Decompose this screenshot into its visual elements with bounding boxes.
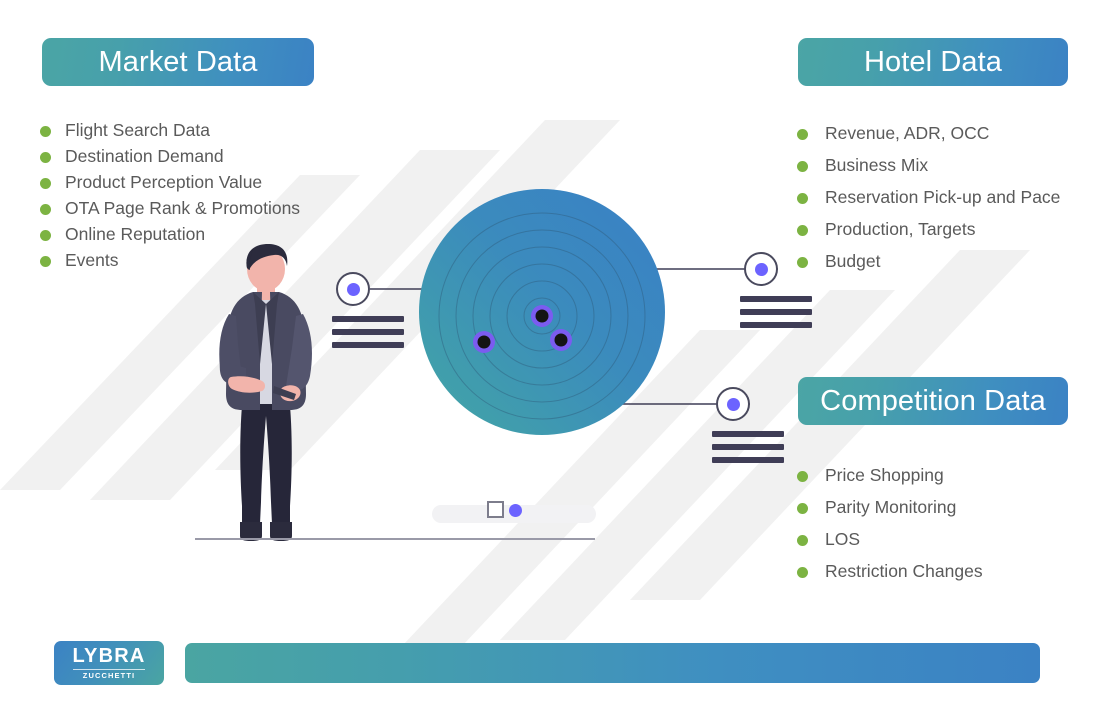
hotel-data-title: Hotel Data	[863, 45, 1002, 78]
bullet-dot-icon	[40, 177, 51, 189]
logo-wordmark: LYBRA	[72, 645, 146, 668]
list-item[interactable]: LOS	[797, 524, 983, 556]
list-item[interactable]: Business Mix	[797, 150, 1060, 182]
bullet-dot-icon	[797, 566, 808, 578]
list-item[interactable]: Restriction Changes	[797, 556, 983, 588]
market-data-title: Market Data	[98, 45, 258, 78]
market-data-header[interactable]: Market Data	[42, 38, 314, 86]
bullet-dot-icon	[40, 125, 51, 137]
bullet-dot-icon	[797, 128, 808, 140]
list-item-label: LOS	[825, 529, 861, 550]
hotel-data-list: Revenue, ADR, OCC Business Mix Reservati…	[797, 118, 1060, 278]
list-item[interactable]: Parity Monitoring	[797, 492, 983, 524]
target-dot-icon	[744, 252, 778, 286]
target-dot-icon	[336, 272, 370, 306]
list-item-label: Production, Targets	[825, 219, 976, 240]
bullet-dot-icon	[797, 192, 808, 204]
logo-divider	[73, 669, 145, 671]
bullet-dot-icon	[797, 256, 808, 268]
lybra-logo[interactable]: LYBRA ZUCCHETTI	[54, 641, 164, 685]
small-purple-dot-icon	[509, 504, 522, 517]
list-item-label: Reservation Pick-up and Pace	[825, 187, 1061, 208]
list-item[interactable]: OTA Page Rank & Promotions	[40, 196, 300, 222]
list-item-label: Destination Demand	[65, 146, 224, 167]
hotel-data-header[interactable]: Hotel Data	[798, 38, 1068, 86]
bullet-dot-icon	[797, 502, 808, 514]
list-item-label: Flight Search Data	[65, 120, 210, 141]
footer-gradient-bar	[185, 643, 1040, 683]
bullet-dot-icon	[40, 151, 51, 163]
bullet-dot-icon	[797, 534, 808, 546]
list-item[interactable]: Product Perception Value	[40, 170, 300, 196]
list-item[interactable]: Events	[40, 248, 300, 274]
list-item-label: Product Perception Value	[65, 172, 263, 193]
text-lines-icon	[332, 316, 404, 355]
list-item[interactable]: Reservation Pick-up and Pace	[797, 182, 1060, 214]
text-lines-icon	[712, 431, 784, 470]
list-item[interactable]: Flight Search Data	[40, 118, 300, 144]
list-item[interactable]: Destination Demand	[40, 144, 300, 170]
competition-data-title: Competition Data	[820, 384, 1046, 417]
list-item-label: Revenue, ADR, OCC	[825, 123, 990, 144]
list-item[interactable]: Online Reputation	[40, 222, 300, 248]
competition-data-list: Price Shopping Parity Monitoring LOS Res…	[797, 460, 983, 588]
list-item[interactable]: Price Shopping	[797, 460, 983, 492]
small-square-icon	[487, 501, 504, 518]
list-item-label: Events	[65, 250, 119, 271]
list-item-label: Restriction Changes	[825, 561, 983, 582]
bullet-dot-icon	[797, 160, 808, 172]
bullet-dot-icon	[797, 470, 808, 482]
standing-man-illustration	[219, 244, 312, 541]
text-lines-icon	[740, 296, 812, 335]
list-item-label: Parity Monitoring	[825, 497, 957, 518]
list-item[interactable]: Revenue, ADR, OCC	[797, 118, 1060, 150]
bullet-dot-icon	[40, 229, 51, 241]
bullet-dot-icon	[797, 224, 808, 236]
market-data-list: Flight Search Data Destination Demand Pr…	[40, 118, 300, 274]
radar-circle-graphic	[419, 189, 665, 435]
bullet-dot-icon	[40, 255, 51, 267]
list-item-label: OTA Page Rank & Promotions	[65, 198, 301, 219]
infographic-canvas: Market Data Flight Search Data Destinati…	[0, 0, 1110, 703]
ground-line	[195, 538, 595, 540]
list-item[interactable]: Budget	[797, 246, 1060, 278]
target-dot-icon	[716, 387, 750, 421]
list-item[interactable]: Production, Targets	[797, 214, 1060, 246]
list-item-label: Business Mix	[825, 155, 929, 176]
list-item-label: Price Shopping	[825, 465, 944, 486]
logo-subtitle: ZUCCHETTI	[82, 671, 136, 681]
bullet-dot-icon	[40, 203, 51, 215]
competition-data-header[interactable]: Competition Data	[798, 377, 1068, 425]
list-item-label: Budget	[825, 251, 881, 272]
list-item-label: Online Reputation	[65, 224, 206, 245]
